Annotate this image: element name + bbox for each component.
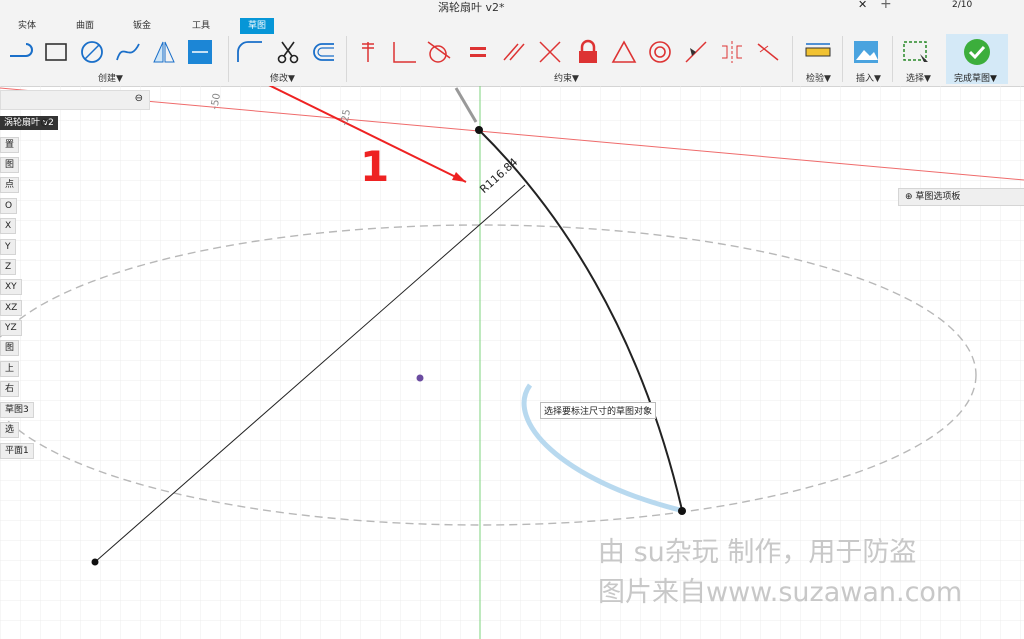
inspect-group-label[interactable]: 检验▼ xyxy=(806,71,831,84)
mirror-icon[interactable] xyxy=(150,38,178,66)
browser-node[interactable]: X xyxy=(0,218,17,234)
spline-icon[interactable] xyxy=(114,38,142,66)
midpoint-icon[interactable] xyxy=(682,38,710,66)
ribbon-toolbar: 涡轮扇叶 v2* 2/10 ✕ + 实体 曲面 钣金 工具 草图 创建▼ 修改▼ xyxy=(0,0,1024,87)
title-bar: 涡轮扇叶 v2* 2/10 ✕ + xyxy=(0,0,1024,14)
sketch-dimension-icon[interactable] xyxy=(186,38,214,66)
browser-node[interactable]: 图 xyxy=(0,157,20,173)
tab-tools[interactable]: 工具 xyxy=(192,18,210,34)
tab-sheet-metal[interactable]: 钣金 xyxy=(133,18,151,34)
rectangle-icon[interactable] xyxy=(42,38,70,66)
select-group-label[interactable]: 选择▼ xyxy=(906,71,931,84)
insert-image-icon[interactable] xyxy=(852,38,880,66)
separator xyxy=(842,36,843,82)
new-tab-icon[interactable]: + xyxy=(880,0,892,12)
tab-solid[interactable]: 实体 xyxy=(18,18,36,34)
annotation-number: 1 xyxy=(360,142,390,191)
watermark-line1: 由 su杂玩 制作，用于防盗 xyxy=(598,537,917,568)
sketch-palette[interactable]: ⊕ 草图选项板 xyxy=(898,188,1024,206)
tab-sketch[interactable]: 草图 xyxy=(240,18,275,34)
triangle-icon[interactable] xyxy=(610,38,638,66)
browser-node[interactable]: 置 xyxy=(0,137,20,153)
lock-icon[interactable] xyxy=(574,38,602,66)
finish-group-label: 完成草图▼ xyxy=(954,74,997,84)
close-icon[interactable]: ✕ xyxy=(858,0,867,11)
browser-node[interactable]: 平面1 xyxy=(0,443,34,459)
check-circle-icon xyxy=(964,39,990,65)
concentric-icon[interactable] xyxy=(646,38,674,66)
document-title: 涡轮扇叶 v2* xyxy=(438,1,505,14)
tooltip: 选择要标注尺寸的草图对象 xyxy=(540,402,657,419)
collapse-icon[interactable]: ⊖ xyxy=(135,93,143,104)
browser-node[interactable]: XY xyxy=(0,279,22,295)
browser-node[interactable]: Y xyxy=(0,239,16,255)
modify-group-label[interactable]: 修改▼ xyxy=(270,71,295,84)
expand-icon[interactable]: ⊕ xyxy=(905,192,913,202)
browser-node[interactable]: 点 xyxy=(0,177,20,193)
fix-icon[interactable] xyxy=(754,38,782,66)
browser-node[interactable]: YZ xyxy=(0,320,22,336)
select-window-icon[interactable] xyxy=(902,38,930,66)
line-icon[interactable] xyxy=(6,38,34,66)
perpendicular-icon[interactable] xyxy=(390,38,418,66)
browser-panel-header[interactable]: ⊖ xyxy=(0,90,150,110)
browser-node[interactable]: 选 xyxy=(0,422,20,438)
scissors-icon[interactable] xyxy=(274,38,302,66)
separator xyxy=(228,36,229,82)
separator xyxy=(892,36,893,82)
browser-node[interactable]: 草图3 xyxy=(0,402,34,418)
circle-icon[interactable] xyxy=(78,38,106,66)
version-badge[interactable]: 2/10 xyxy=(952,0,972,10)
origin-point[interactable] xyxy=(416,374,424,382)
parallel-icon[interactable] xyxy=(500,38,528,66)
fillet-icon[interactable] xyxy=(236,38,264,66)
radio-icon[interactable]: ⊙ xyxy=(40,116,49,129)
symmetry-icon[interactable] xyxy=(718,38,746,66)
browser-node[interactable]: 上 xyxy=(0,361,20,377)
collinear-icon[interactable] xyxy=(536,38,564,66)
arc-start-point[interactable] xyxy=(475,126,483,134)
tab-surface[interactable]: 曲面 xyxy=(76,18,94,34)
insert-group-label[interactable]: 插入▼ xyxy=(856,71,881,84)
arc-end-point[interactable] xyxy=(678,507,686,515)
constraints-group-label[interactable]: 约束▼ xyxy=(554,71,579,84)
separator xyxy=(346,36,347,82)
center-point[interactable] xyxy=(91,558,99,566)
coincident-icon[interactable] xyxy=(354,38,382,66)
offset-icon[interactable] xyxy=(308,38,336,66)
measure-icon[interactable] xyxy=(804,38,832,66)
finish-sketch-button[interactable]: 完成草图▼ xyxy=(946,34,1008,84)
watermark-line2: 图片来自www.suzawan.com xyxy=(598,577,963,608)
create-group-label[interactable]: 创建▼ xyxy=(98,71,123,84)
browser-node[interactable]: Z xyxy=(0,259,17,275)
palette-label: 草图选项板 xyxy=(915,192,961,202)
browser-node[interactable]: 右 xyxy=(0,381,20,397)
equal-icon[interactable] xyxy=(464,38,492,66)
separator xyxy=(792,36,793,82)
browser-node[interactable]: 图 xyxy=(0,340,20,356)
browser-node[interactable]: XZ xyxy=(0,300,23,316)
tangent-icon[interactable] xyxy=(424,38,452,66)
browser-node[interactable]: O xyxy=(0,198,18,214)
browser-title[interactable]: 涡轮扇叶 v2 xyxy=(0,116,58,130)
